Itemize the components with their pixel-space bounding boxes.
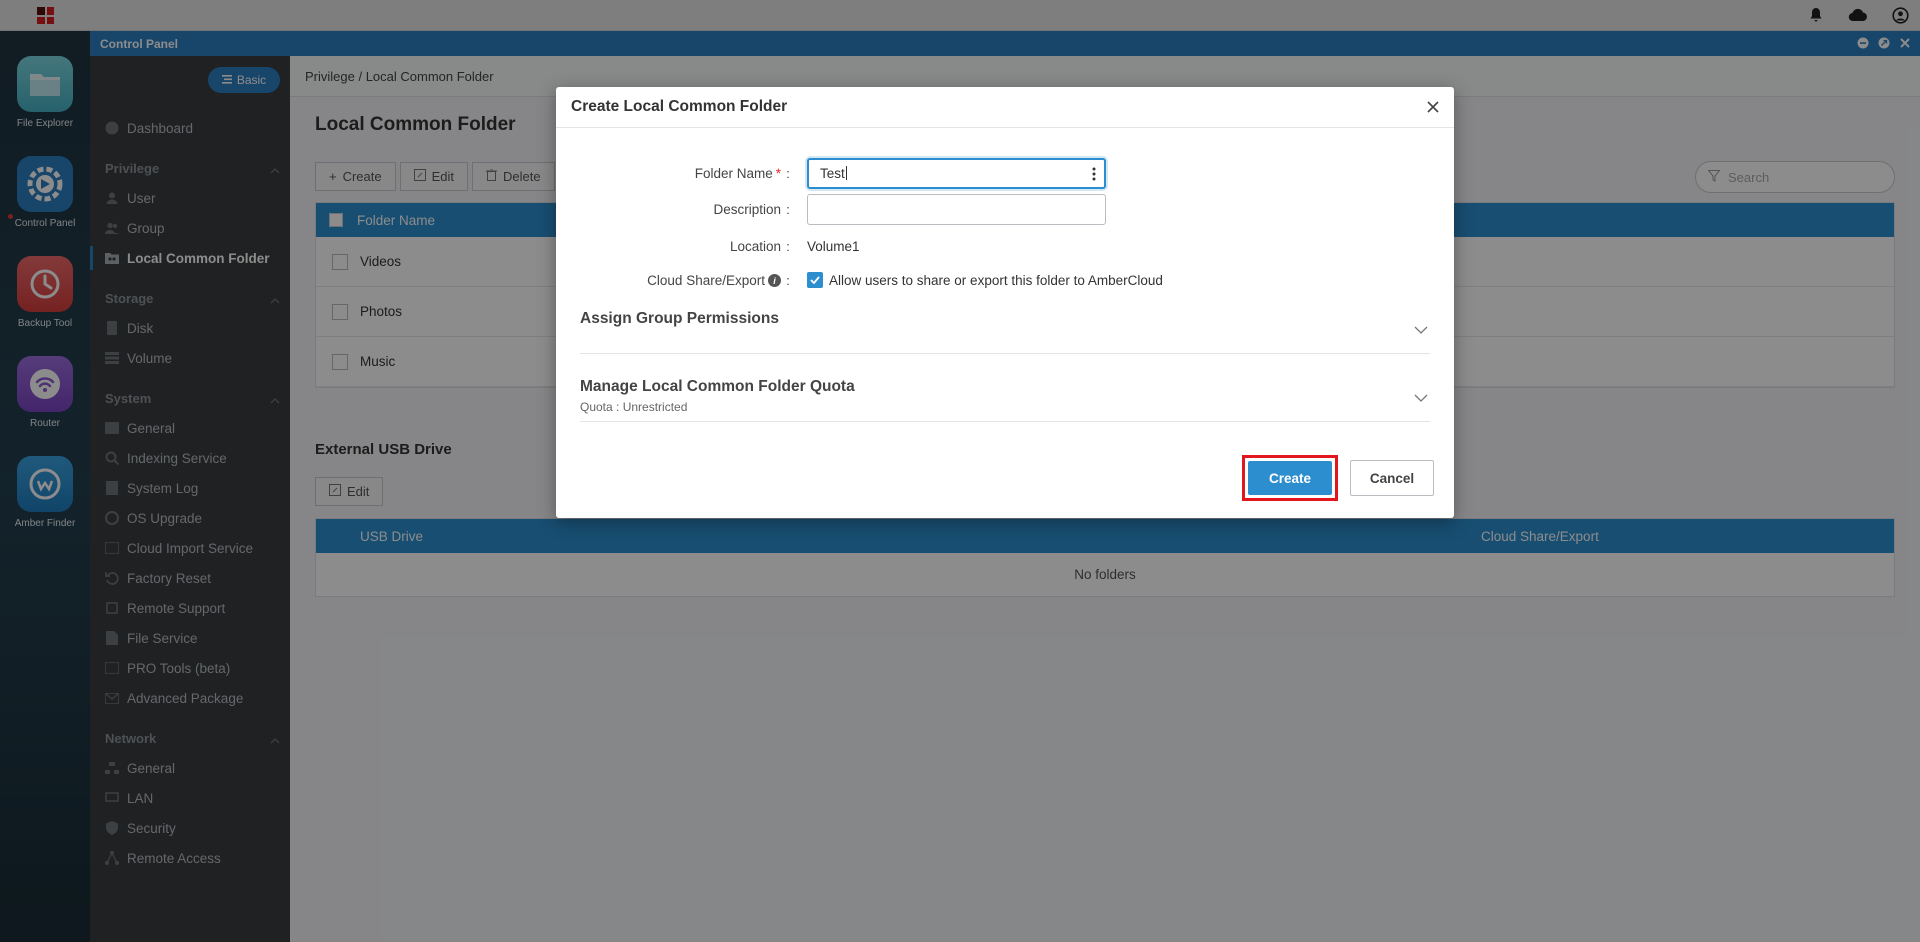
dialog-create-button[interactable]: Create	[1248, 461, 1332, 495]
location-label: Location	[729, 238, 781, 254]
cloud-share-checkbox[interactable]	[807, 272, 823, 288]
label-colon: :	[786, 201, 790, 217]
quota-panel[interactable]: Manage Local Common Folder Quota Quota :…	[580, 378, 1430, 422]
location-value: Volume1	[807, 238, 860, 254]
cloud-share-label: Cloud Share/Export i	[556, 273, 781, 288]
dialog-header: Create Local Common Folder	[556, 87, 1454, 128]
description-label: Description	[713, 201, 781, 217]
assign-group-permissions-panel[interactable]: Assign Group Permissions	[580, 310, 1430, 354]
create-button-highlight: Create	[1242, 455, 1338, 501]
chevron-down-icon	[1414, 390, 1428, 405]
info-icon[interactable]: i	[768, 274, 781, 288]
quota-title: Manage Local Common Folder Quota	[580, 378, 855, 395]
label-colon: :	[786, 165, 790, 181]
label-colon: :	[786, 238, 790, 254]
dialog-footer: Create Cancel	[1242, 455, 1434, 501]
chevron-down-icon	[1414, 322, 1428, 337]
dialog-cancel-button[interactable]: Cancel	[1350, 460, 1434, 496]
kebab-menu-icon[interactable]	[1092, 167, 1096, 184]
create-folder-dialog: Create Local Common Folder Folder Name * …	[556, 87, 1454, 518]
folder-name-label: Folder Name *	[694, 165, 781, 181]
cloud-share-row: Cloud Share/Export i : Allow users to sha…	[556, 265, 1454, 295]
folder-name-row: Folder Name * : Test	[556, 157, 1454, 189]
folder-name-value: Test	[820, 165, 845, 181]
quota-subtitle: Quota : Unrestricted	[580, 400, 688, 414]
label-colon: :	[786, 272, 790, 288]
assign-group-permissions-title: Assign Group Permissions	[580, 310, 779, 327]
close-icon[interactable]	[1424, 98, 1442, 116]
location-row: Location : Volume1	[556, 231, 1454, 261]
dialog-title: Create Local Common Folder	[571, 98, 788, 115]
text-cursor	[845, 166, 847, 180]
cloud-share-checkbox-label: Allow users to share or export this fold…	[829, 272, 1163, 288]
description-field[interactable]	[807, 193, 1106, 225]
description-row: Description :	[556, 193, 1454, 225]
folder-name-field[interactable]: Test	[807, 157, 1106, 189]
